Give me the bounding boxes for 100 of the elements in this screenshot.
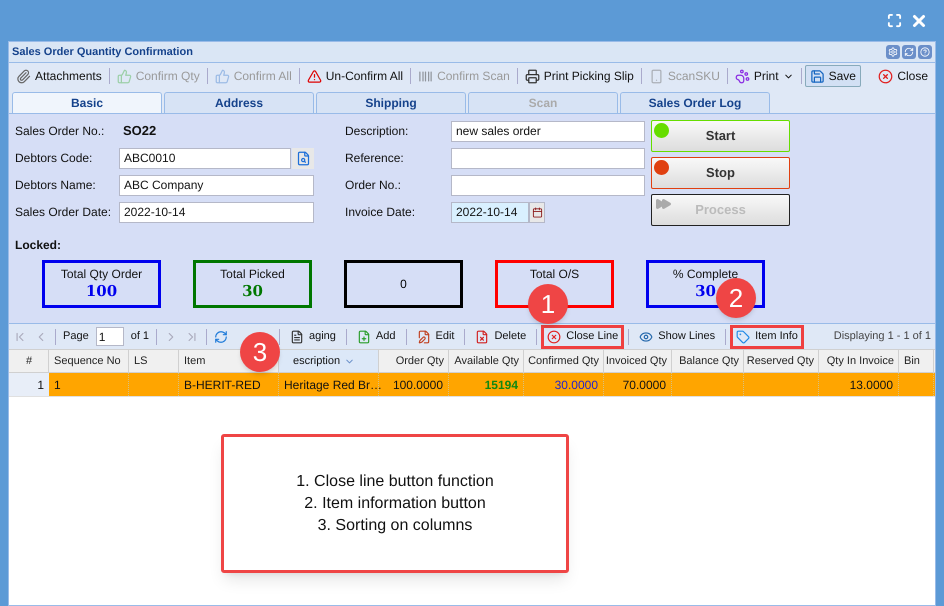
table-cell-text: 30.0000 (554, 376, 598, 394)
tag-icon (736, 330, 750, 344)
table-cell-text: B-HERIT-RED (184, 376, 261, 394)
field-label: Debtors Code: (15, 150, 94, 167)
column-header[interactable]: LS (134, 352, 148, 370)
row-number: 1 (37, 376, 44, 394)
display-count: Displaying 1 - 1 of 1 (834, 329, 931, 344)
toolbar-button[interactable]: Print Picking Slip (520, 65, 638, 87)
window-title: Sales Order Quantity Confirmation (12, 44, 193, 60)
toolbar-button[interactable]: Close Line (541, 324, 624, 348)
page-count: of 1 (130, 329, 150, 344)
table-cell-text: 15194 (484, 376, 518, 394)
table-cell-text: 70.0000 (622, 376, 666, 394)
toolbar-button[interactable]: Show Lines (633, 324, 722, 348)
toolbar-button[interactable]: Attachments (12, 65, 106, 87)
date-field[interactable]: 2022-10-14 (451, 202, 529, 222)
field-label: Sales Order Date: (15, 204, 112, 221)
field-label: Debtors Name: (15, 177, 97, 194)
close-icon (878, 68, 894, 84)
callout-text: 2. Item information button (304, 494, 486, 514)
toolbar-button[interactable]: aging (284, 324, 342, 348)
table-cell-text: Heritage Red Br… (284, 376, 382, 394)
help-icon (920, 47, 930, 57)
column-header[interactable]: Reserved Qty (746, 352, 814, 370)
field-label: Reference: (345, 150, 405, 167)
input-field[interactable]: ABC0010 (119, 148, 291, 168)
action-button[interactable]: Start (651, 120, 790, 152)
toolbar-button[interactable]: Edit (410, 324, 460, 348)
toolbar-button[interactable]: Delete (469, 324, 532, 348)
column-header[interactable]: Qty In Invoice (826, 352, 894, 370)
calendar-icon (532, 206, 542, 218)
tab[interactable]: Basic (12, 92, 162, 113)
title-tool-button[interactable] (886, 45, 900, 59)
page-label: Page (63, 329, 89, 344)
summary-value: 0 (400, 276, 407, 292)
column-header[interactable]: Balance Qty (679, 352, 739, 370)
lookup-button[interactable] (292, 148, 314, 168)
refresh-icon (904, 47, 914, 57)
input-field[interactable]: 2022-10-14 (119, 202, 314, 222)
summary-label: Total Picked (220, 267, 285, 282)
toolbar-button[interactable]: Un-Confirm All (302, 65, 408, 87)
column-header[interactable]: Order Qty (396, 352, 444, 370)
tab[interactable]: Address (164, 92, 314, 113)
locked-label: Locked: (15, 237, 62, 254)
toolbar-button[interactable]: Save (804, 65, 861, 87)
toolbar-button[interactable]: Add (350, 324, 402, 348)
title-tool-button[interactable] (902, 45, 916, 59)
table-cell-text: 13.0000 (850, 376, 893, 394)
maximize-icon[interactable] (887, 13, 902, 28)
fast-forward-icon (654, 198, 672, 210)
column-header[interactable]: Item (184, 352, 206, 370)
column-header[interactable]: Sequence No (54, 352, 121, 370)
phone-icon (648, 68, 664, 84)
summary-value: 100 (86, 282, 118, 301)
input-field[interactable] (451, 174, 645, 196)
calendar-button[interactable] (529, 202, 545, 222)
settings-icon (888, 47, 898, 57)
input-field[interactable]: ABC Company (119, 174, 314, 196)
title-tool-button[interactable] (918, 45, 932, 59)
action-button[interactable]: Stop (651, 157, 790, 189)
paperclip-icon (16, 68, 31, 84)
thumbs-up-icon (214, 68, 230, 84)
field-label: Description: (345, 123, 410, 140)
column-header[interactable]: Invoiced Qty (606, 352, 667, 370)
column-header[interactable]: # (26, 352, 32, 370)
table-cell-text: 100.0000 (392, 376, 443, 394)
table-cell-text: 1 (54, 376, 61, 394)
column-header[interactable]: Bin (904, 352, 920, 370)
page-field[interactable]: 1 (96, 327, 124, 346)
printer-icon (524, 68, 540, 84)
info-document-icon (296, 150, 310, 166)
summary-value: 30 (695, 282, 716, 301)
input-field[interactable]: new sales order (451, 120, 645, 142)
column-header[interactable]: Confirmed Qty (528, 352, 599, 370)
close-icon (547, 330, 562, 344)
toolbar-button[interactable]: Print (730, 65, 798, 87)
add-icon (356, 330, 371, 344)
toolbar-button[interactable]: Close (874, 65, 932, 87)
field-label: Sales Order No.: (15, 123, 106, 140)
field-label: Order No.: (345, 177, 402, 194)
barcode-icon (418, 68, 434, 84)
summary-label: Total Qty Order (60, 267, 142, 282)
thumbs-up-icon (116, 68, 132, 84)
column-header[interactable]: Available Qty (454, 352, 519, 370)
table-row[interactable]: 1 1 B-HERIT-RED Heritage Red Br… 100.0000 15194 30.0000 70.0000 13.0000 (9, 373, 935, 397)
eye-icon (639, 330, 654, 344)
edit-icon (416, 330, 430, 344)
tab[interactable]: Sales Order Log (620, 92, 770, 113)
delete-icon (475, 330, 490, 344)
field-label: Invoice Date: (345, 204, 416, 221)
tab[interactable]: Shipping (316, 92, 466, 113)
save-icon (810, 68, 825, 84)
callout-text: 1. Close line button function (296, 472, 494, 492)
input-field[interactable] (451, 148, 645, 168)
summary-label: Total O/S (530, 267, 580, 282)
toolbar-button[interactable]: Item Info (730, 324, 804, 348)
warning-icon (306, 68, 322, 84)
document-icon (290, 330, 304, 344)
refresh-icon[interactable] (214, 330, 228, 344)
callout-text: 3. Sorting on columns (318, 516, 472, 536)
